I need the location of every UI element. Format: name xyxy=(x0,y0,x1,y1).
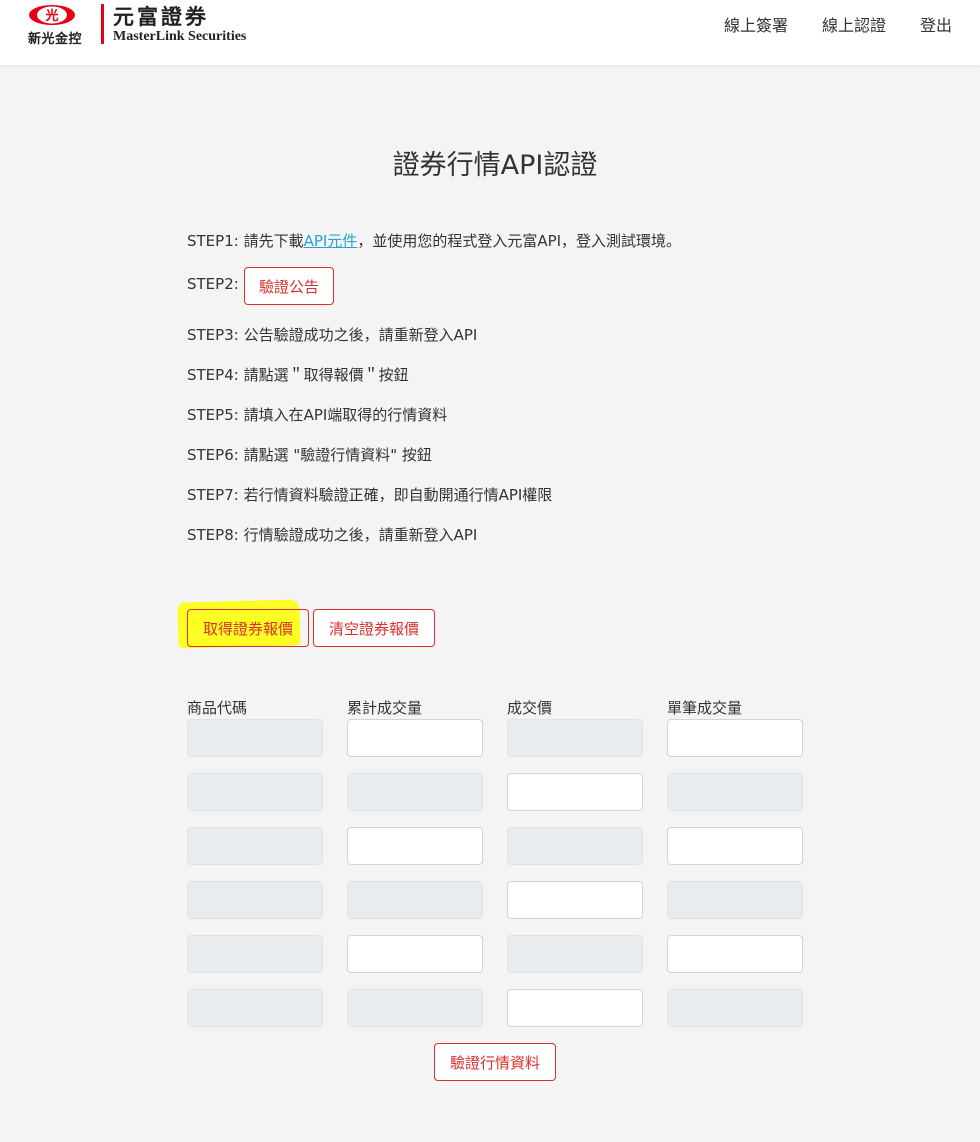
page-title: 證券行情API認證 xyxy=(392,150,598,181)
logo-divider xyxy=(101,4,104,44)
shin-kong-logo-icon: 光 xyxy=(29,5,75,25)
step-7: STEP7: 若行情資料驗證正確，即自動開通行情API權限 xyxy=(187,486,553,504)
logo-chinese-name: 元富證券 xyxy=(113,5,209,29)
price-field[interactable] xyxy=(507,989,643,1027)
step-2-label: STEP2: xyxy=(187,275,239,293)
single-volume-field[interactable] xyxy=(667,827,803,865)
single-volume-field[interactable] xyxy=(667,935,803,973)
total-volume-field xyxy=(347,881,483,919)
product-code-field xyxy=(187,719,323,757)
total-volume-field[interactable] xyxy=(347,827,483,865)
product-code-field xyxy=(187,989,323,1027)
top-header: 光 新光金控 元富證券 MasterLink Securities 線上簽署 線… xyxy=(0,0,980,65)
price-field xyxy=(507,827,643,865)
step-6: STEP6: 請點選 "驗證行情資料" 按鈕 xyxy=(187,446,432,464)
col-header-total-volume: 累計成交量 xyxy=(347,699,423,717)
get-quote-button[interactable]: 取得證券報價 xyxy=(187,609,309,647)
price-field xyxy=(507,935,643,973)
step-1: STEP1: 請先下載API元件，並使用您的程式登入元富API，登入測試環境。 xyxy=(187,230,681,251)
step-1-suffix: ，並使用您的程式登入元富API，登入測試環境。 xyxy=(357,232,682,250)
logo-mark-text: 光 xyxy=(44,8,58,24)
total-volume-field xyxy=(347,773,483,811)
step-4: STEP4: 請點選＂取得報價＂按鈕 xyxy=(187,366,409,384)
total-volume-field[interactable] xyxy=(347,935,483,973)
single-volume-field xyxy=(667,773,803,811)
nav-online-sign[interactable]: 線上簽署 xyxy=(724,12,788,36)
step-1-prefix: STEP1: 請先下載 xyxy=(187,232,304,250)
total-volume-field xyxy=(347,989,483,1027)
nav-logout[interactable]: 登出 xyxy=(920,12,952,36)
product-code-field xyxy=(187,935,323,973)
step-3: STEP3: 公告驗證成功之後，請重新登入API xyxy=(187,326,478,344)
step-8: STEP8: 行情驗證成功之後，請重新登入API xyxy=(187,526,478,544)
col-header-single-volume: 單筆成交量 xyxy=(667,699,743,717)
step-5: STEP5: 請填入在API端取得的行情資料 xyxy=(187,406,448,424)
price-field[interactable] xyxy=(507,881,643,919)
product-code-field xyxy=(187,881,323,919)
single-volume-field xyxy=(667,989,803,1027)
price-field xyxy=(507,719,643,757)
col-header-product-code: 商品代碼 xyxy=(187,699,248,717)
api-component-link[interactable]: API元件 xyxy=(304,232,358,250)
product-code-field xyxy=(187,773,323,811)
nav-online-certify[interactable]: 線上認證 xyxy=(822,12,886,36)
price-field[interactable] xyxy=(507,773,643,811)
verify-announcement-button[interactable]: 驗證公告 xyxy=(244,267,334,305)
clear-quote-button[interactable]: 清空證券報價 xyxy=(313,609,435,647)
single-volume-field xyxy=(667,881,803,919)
total-volume-field[interactable] xyxy=(347,719,483,757)
verify-quote-data-button[interactable]: 驗證行情資料 xyxy=(434,1043,556,1081)
logo-subtitle: 新光金控 xyxy=(28,32,83,47)
logo-english-name: MasterLink Securities xyxy=(113,29,247,44)
col-header-price: 成交價 xyxy=(507,699,553,717)
product-code-field xyxy=(187,827,323,865)
single-volume-field[interactable] xyxy=(667,719,803,757)
